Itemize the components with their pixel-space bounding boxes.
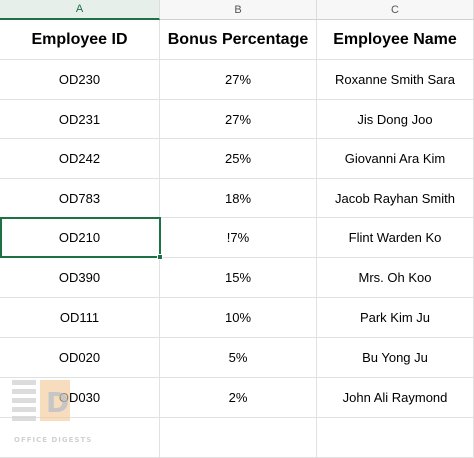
table-row: OD390 15% Mrs. Oh Koo	[0, 258, 474, 298]
column-header-c[interactable]: C	[317, 0, 474, 20]
svg-text:D: D	[46, 386, 69, 419]
header-bonus-percentage[interactable]: Bonus Percentage	[160, 20, 317, 60]
header-employee-id[interactable]: Employee ID	[0, 20, 160, 60]
cell-employee-id[interactable]: OD111	[0, 298, 160, 338]
cell-employee-id[interactable]: OD231	[0, 100, 160, 139]
cell-employee-id[interactable]: OD230	[0, 60, 160, 100]
empty-cell[interactable]	[317, 418, 474, 458]
table-row: OD210 !7% Flint Warden Ko	[0, 218, 474, 258]
cell-employee-name[interactable]: Bu Yong Ju	[317, 338, 474, 378]
cell-bonus-percentage[interactable]: 18%	[160, 179, 317, 218]
table-row: OD231 27% Jis Dong Joo	[0, 100, 474, 139]
cell-employee-name[interactable]: John Ali Raymond	[317, 378, 474, 418]
fill-handle[interactable]	[157, 254, 163, 260]
cell-bonus-percentage[interactable]: 27%	[160, 60, 317, 100]
cell-bonus-percentage[interactable]: 15%	[160, 258, 317, 298]
column-header-b[interactable]: B	[160, 0, 317, 20]
cell-employee-id[interactable]: OD242	[0, 139, 160, 179]
office-digests-logo: D OFFICE DIGESTS	[8, 376, 98, 446]
table-row: OD783 18% Jacob Rayhan Smith	[0, 179, 474, 218]
cell-employee-name[interactable]: Mrs. Oh Koo	[317, 258, 474, 298]
table-row: OD111 10% Park Kim Ju	[0, 298, 474, 338]
header-employee-name[interactable]: Employee Name	[317, 20, 474, 60]
cell-employee-name[interactable]: Jis Dong Joo	[317, 100, 474, 139]
cell-employee-name[interactable]: Roxanne Smith Sara	[317, 60, 474, 100]
cell-bonus-percentage[interactable]: 5%	[160, 338, 317, 378]
cell-bonus-percentage[interactable]: 25%	[160, 139, 317, 179]
cell-employee-name[interactable]: Giovanni Ara Kim	[317, 139, 474, 179]
table-row: OD020 5% Bu Yong Ju	[0, 338, 474, 378]
cell-bonus-percentage[interactable]: !7%	[160, 218, 317, 258]
table-row: OD230 27% Roxanne Smith Sara	[0, 60, 474, 100]
logo-icon: D	[12, 380, 70, 421]
empty-cell[interactable]	[160, 418, 317, 458]
cell-bonus-percentage[interactable]: 2%	[160, 378, 317, 418]
column-header-a[interactable]: A	[0, 0, 160, 20]
table-row: OD242 25% Giovanni Ara Kim	[0, 139, 474, 179]
cell-employee-id-selected[interactable]: OD210	[0, 218, 160, 258]
cell-employee-name[interactable]: Jacob Rayhan Smith	[317, 179, 474, 218]
header-row: Employee ID Bonus Percentage Employee Na…	[0, 20, 474, 60]
cell-employee-name[interactable]: Park Kim Ju	[317, 298, 474, 338]
cell-bonus-percentage[interactable]: 10%	[160, 298, 317, 338]
cell-employee-id[interactable]: OD783	[0, 179, 160, 218]
cell-employee-id[interactable]: OD020	[0, 338, 160, 378]
cell-employee-name[interactable]: Flint Warden Ko	[317, 218, 474, 258]
cell-bonus-percentage[interactable]: 27%	[160, 100, 317, 139]
watermark-text: OFFICE DIGESTS	[14, 436, 93, 444]
cell-employee-id[interactable]: OD390	[0, 258, 160, 298]
